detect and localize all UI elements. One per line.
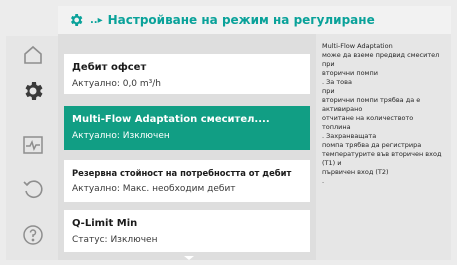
page-title: Настройване на режим на регулиране bbox=[107, 13, 375, 27]
restore-icon bbox=[23, 180, 43, 198]
scroll-down-icon[interactable] bbox=[184, 256, 194, 260]
breadcrumb[interactable]: ..▸ bbox=[90, 15, 103, 26]
gear-icon bbox=[71, 14, 83, 26]
menu-item-subtitle: Статус: Изключен bbox=[72, 235, 158, 245]
help-button[interactable] bbox=[16, 218, 50, 252]
help-icon bbox=[23, 225, 43, 245]
menu-item-subtitle: Актуално: 0,0 m³/h bbox=[72, 79, 161, 89]
pulse-icon bbox=[23, 136, 43, 154]
home-button[interactable] bbox=[16, 38, 50, 72]
menu-item-multi-flow-adaptation[interactable]: Multi-Flow Adaptation смесител.... Актуа… bbox=[64, 106, 310, 150]
menu-item-q-limit-min[interactable]: Q-Limit Min Статус: Изключен bbox=[64, 210, 310, 252]
diagnostics-button[interactable] bbox=[16, 128, 50, 162]
restore-button[interactable] bbox=[16, 172, 50, 206]
help-panel: Multi-Flow Adaptation може да вземе пред… bbox=[316, 34, 451, 260]
home-icon bbox=[24, 45, 42, 64]
menu-item-title: Дебит офсет bbox=[72, 62, 147, 73]
header-bar: ..▸ Настройване на режим на регулиране bbox=[58, 6, 451, 34]
app-frame: ..▸ Настройване на режим на регулиране Д… bbox=[0, 0, 457, 265]
menu-list: Дебит офсет Актуално: 0,0 m³/h Multi-Flo… bbox=[58, 34, 316, 260]
menu-item-fallback-flow-demand[interactable]: Резервна стойност на потребността от деб… bbox=[64, 160, 310, 202]
menu-item-subtitle: Актуално: Изключен bbox=[72, 131, 170, 141]
menu-item-subtitle: Актуално: Макс. необходим дебит bbox=[72, 184, 236, 194]
menu-item-title: Multi-Flow Adaptation смесител.... bbox=[72, 114, 270, 125]
menu-item-title: Резервна стойност на потребността от деб… bbox=[72, 168, 292, 178]
menu-item-title: Q-Limit Min bbox=[72, 218, 138, 229]
gear-icon bbox=[25, 82, 43, 100]
settings-button[interactable] bbox=[16, 74, 50, 108]
help-text: Multi-Flow Adaptation може да вземе пред… bbox=[322, 42, 442, 185]
nav-rail bbox=[6, 36, 58, 260]
menu-item-flow-offset[interactable]: Дебит офсет Актуално: 0,0 m³/h bbox=[64, 54, 310, 94]
